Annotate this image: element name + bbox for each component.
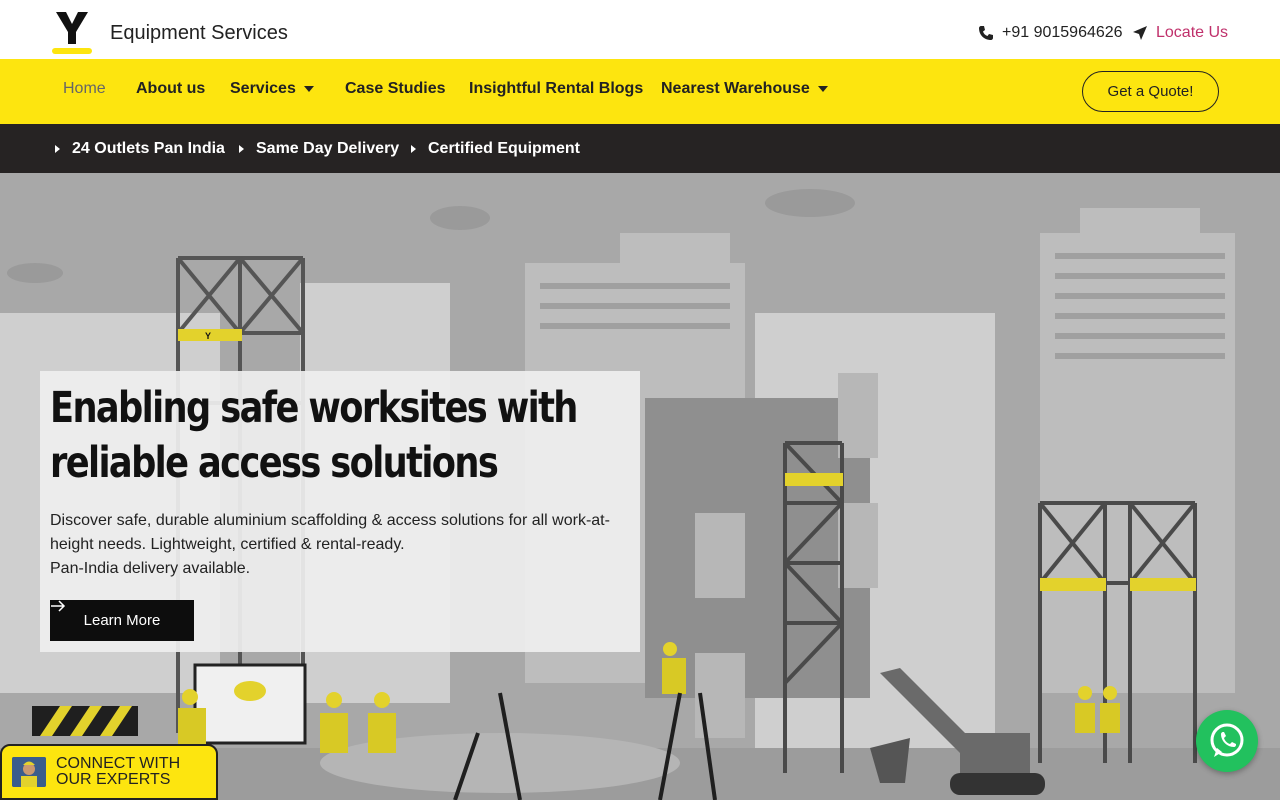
phone-contact[interactable]: +91 9015964626 [978,24,1123,42]
hero-description-line: height needs. Lightweight, certified & r… [50,536,405,553]
main-nav: Home About us Services Case Studies Insi… [0,59,1280,124]
nav-item-about[interactable]: About us [136,80,205,98]
nav-item-case-studies[interactable]: Case Studies [345,80,445,98]
hero-section: Y Enabling safe worksites with reliable … [0,173,1280,800]
scaffold-badge-text: Y [205,331,211,341]
navigation-arrow-icon [1133,26,1147,40]
learn-more-label: Learn More [83,612,161,629]
hero-description-line: Discover safe, durable aluminium scaffol… [50,512,610,529]
chevron-down-icon [817,86,828,92]
connect-line: CONNECT WITH [56,755,181,772]
brand-logo[interactable] [52,10,92,54]
nav-item-label: Services [230,80,296,97]
nav-item-home[interactable]: Home [63,80,106,98]
top-header: Equipment Services +91 9015964626 Locate… [0,0,1280,59]
nav-item-nearest-warehouse[interactable]: Nearest Warehouse [661,80,828,98]
phone-number[interactable]: +91 9015964626 [1002,24,1123,42]
phone-icon [979,26,993,40]
hero-description: Discover safe, durable aluminium scaffol… [50,509,640,581]
expert-avatar [12,757,46,787]
brand-name: Equipment Services [110,22,288,44]
feature-item: Same Day Delivery [239,140,399,158]
nav-item-blogs[interactable]: Insightful Rental Blogs [469,80,643,98]
whatsapp-chat-button[interactable] [1196,710,1258,772]
nav-item-label: Insightful Rental Blogs [469,80,644,97]
expert-avatar-image [12,757,46,787]
logo-icon [52,12,92,54]
hero-title-line: Enabling safe worksites with [50,383,578,433]
feature-label: 24 Outlets Pan India [72,140,225,157]
connect-experts-button[interactable]: CONNECT WITH OUR EXPERTS [0,744,218,800]
nav-item-services[interactable]: Services [230,80,314,98]
features-strip: 24 Outlets Pan India Same Day Delivery C… [0,124,1280,173]
hero-description-line: Pan-India delivery available. [50,560,251,577]
locate-us-label[interactable]: Locate Us [1156,24,1228,42]
caret-right-icon [411,145,416,153]
whatsapp-icon [1210,723,1244,757]
feature-label: Certified Equipment [428,140,581,157]
feature-label: Same Day Delivery [256,140,400,157]
get-quote-button[interactable]: Get a Quote! [1082,71,1219,112]
learn-more-button[interactable]: Learn More [50,600,194,641]
nav-item-label: Home [63,80,106,97]
nav-item-label: Nearest Warehouse [661,80,810,97]
feature-item: Certified Equipment [411,140,580,158]
connect-experts-text: CONNECT WITH OUR EXPERTS [56,756,180,788]
feature-item: 24 Outlets Pan India [55,140,225,158]
chevron-down-icon [303,86,314,92]
arrow-right-icon [51,600,66,612]
nav-item-label: About us [136,80,206,97]
hero-title-line: reliable access solutions [50,438,499,488]
caret-right-icon [239,145,244,153]
connect-line: OUR EXPERTS [56,771,171,788]
hero-title: Enabling safe worksites with reliable ac… [50,381,578,491]
caret-right-icon [55,145,60,153]
locate-us-link[interactable]: Locate Us [1132,24,1228,42]
nav-item-label: Case Studies [345,80,446,97]
hero-card: Enabling safe worksites with reliable ac… [40,371,640,652]
